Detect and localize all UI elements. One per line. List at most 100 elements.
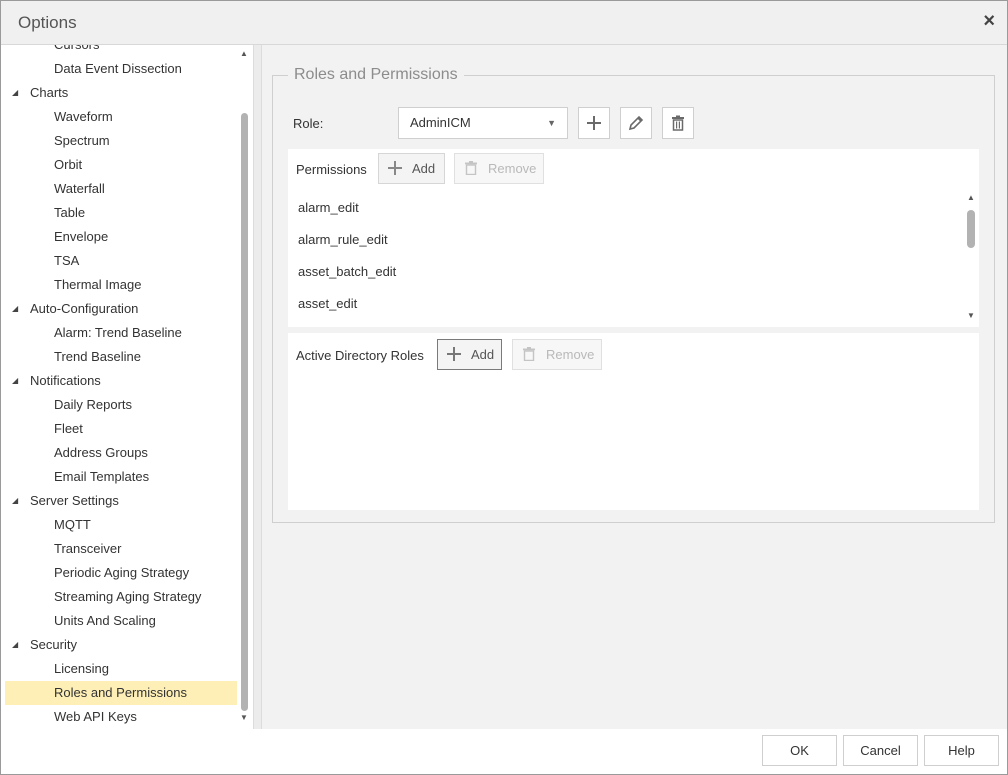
tree-item-label: Email Templates [54, 469, 150, 484]
remove-permission-label: Remove [488, 161, 537, 176]
tree-item-envelope[interactable]: Envelope [5, 225, 237, 249]
tree-item-licensing[interactable]: Licensing [5, 657, 237, 681]
scroll-up-icon[interactable]: ▲ [240, 49, 248, 58]
edit-role-button[interactable] [620, 107, 652, 139]
tree-item-web-api-keys[interactable]: Web API Keys [5, 705, 237, 729]
tree-scroll-thumb[interactable] [241, 113, 248, 711]
delete-role-button[interactable] [662, 107, 694, 139]
permissions-panel: Permissions Add Remove alarm_edit alarm_… [288, 149, 979, 327]
tree-item-cursors[interactable]: Cursors [5, 45, 237, 57]
tree-item-label: Spectrum [54, 133, 110, 148]
expand-caret-icon[interactable]: ◢ [12, 489, 18, 513]
trash-icon [465, 161, 477, 175]
options-tree: Cursors Data Event Dissection ◢ Charts Wavef… [5, 45, 237, 729]
dialog-title: Options [18, 13, 77, 32]
tree-item-transceiver[interactable]: Transceiver [5, 537, 237, 561]
add-permission-button[interactable]: Add [378, 153, 445, 184]
scroll-down-icon[interactable]: ▼ [240, 713, 248, 722]
tree-item-streaming-aging-strategy[interactable]: Streaming Aging Strategy [5, 585, 237, 609]
permissions-scroll-thumb[interactable] [967, 210, 975, 248]
tree-item-periodic-aging-strategy[interactable]: Periodic Aging Strategy [5, 561, 237, 585]
tree-item-label: Data Event Dissection [54, 61, 182, 76]
remove-ad-role-button[interactable]: Remove [512, 339, 602, 370]
expand-caret-icon[interactable]: ◢ [12, 81, 18, 105]
title-bar: Options × [1, 1, 1007, 45]
cancel-button[interactable]: Cancel [843, 735, 918, 766]
tree-category-server-settings[interactable]: ◢ Server Settings [5, 489, 237, 513]
add-ad-role-button[interactable]: Add [437, 339, 502, 370]
scroll-down-icon[interactable]: ▼ [967, 311, 975, 320]
ad-roles-title: Active Directory Roles [296, 348, 424, 363]
add-ad-role-label: Add [471, 347, 495, 362]
remove-permission-button[interactable]: Remove [454, 153, 544, 184]
tree-item-units-and-scaling[interactable]: Units And Scaling [5, 609, 237, 633]
add-role-button[interactable] [578, 107, 610, 139]
tree-item-roles-and-permissions[interactable]: Roles and Permissions [5, 681, 237, 705]
tree-category-charts[interactable]: ◢ Charts [5, 81, 237, 105]
tree-item-trend-baseline[interactable]: Trend Baseline [5, 345, 237, 369]
list-item[interactable]: alarm_edit [298, 200, 359, 215]
tree-item-email-templates[interactable]: Email Templates [5, 465, 237, 489]
role-label: Role: [293, 116, 324, 131]
tree-item-label: Security [30, 637, 77, 652]
tree-item-label: Alarm: Trend Baseline [54, 325, 182, 340]
tree-item-label: Trend Baseline [54, 349, 141, 364]
tree-item-label: Notifications [30, 373, 101, 388]
list-item[interactable]: alarm_rule_edit [298, 232, 388, 247]
tree-item-label: Orbit [54, 157, 83, 172]
tree-item-address-groups[interactable]: Address Groups [5, 441, 237, 465]
tree-item-label: Web API Keys [54, 709, 137, 724]
tree-item-mqtt[interactable]: MQTT [5, 513, 237, 537]
pencil-icon [628, 115, 644, 131]
role-dropdown[interactable]: AdminICM ▼ [398, 107, 568, 139]
tree-item-table[interactable]: Table [5, 201, 237, 225]
tree-scrollbar[interactable]: ▲ ▼ [237, 45, 251, 729]
tree-item-label: Charts [30, 85, 69, 100]
tree-item-fleet[interactable]: Fleet [5, 417, 237, 441]
tree-item-label: Roles and Permissions [54, 685, 187, 700]
tree-category-auto-configuration[interactable]: ◢ Auto-Configuration [5, 297, 237, 321]
list-item[interactable]: asset_edit [298, 296, 357, 311]
chevron-down-icon: ▼ [547, 118, 556, 128]
scroll-up-icon[interactable]: ▲ [967, 193, 975, 202]
plus-icon [447, 347, 461, 361]
tree-item-label: Server Settings [30, 493, 119, 508]
expand-caret-icon[interactable]: ◢ [12, 297, 18, 321]
ok-button[interactable]: OK [762, 735, 837, 766]
list-item[interactable]: asset_batch_edit [298, 264, 396, 279]
splitter[interactable] [253, 45, 262, 729]
role-value: AdminICM [410, 115, 471, 130]
tree-category-notifications[interactable]: ◢ Notifications [5, 369, 237, 393]
roles-permissions-group: Roles and Permissions Role: AdminICM ▼ P… [272, 66, 995, 523]
tree-item-waterfall[interactable]: Waterfall [5, 177, 237, 201]
close-icon[interactable]: × [983, 11, 995, 31]
tree-item-thermal-image[interactable]: Thermal Image [5, 273, 237, 297]
tree-item-label: Periodic Aging Strategy [54, 565, 190, 580]
help-button[interactable]: Help [924, 735, 999, 766]
tree-item-label: Streaming Aging Strategy [54, 589, 202, 604]
tree-item-daily-reports[interactable]: Daily Reports [5, 393, 237, 417]
section-title: Roles and Permissions [288, 66, 464, 84]
expand-caret-icon[interactable]: ◢ [12, 633, 18, 657]
plus-icon [388, 161, 402, 175]
tree-item-orbit[interactable]: Orbit [5, 153, 237, 177]
main-panel: Roles and Permissions Role: AdminICM ▼ P… [262, 45, 1007, 729]
permissions-title: Permissions [296, 162, 367, 177]
tree-item-label: Daily Reports [54, 397, 133, 412]
tree-item-tsa[interactable]: TSA [5, 249, 237, 273]
permissions-scrollbar[interactable]: ▲ ▼ [964, 193, 978, 323]
expand-caret-icon[interactable]: ◢ [12, 369, 18, 393]
tree-item-label: Waveform [54, 109, 113, 124]
tree-item-label: TSA [54, 253, 80, 268]
tree-category-security[interactable]: ◢ Security [5, 633, 237, 657]
tree-item-spectrum[interactable]: Spectrum [5, 129, 237, 153]
tree-item-data-event-dissection[interactable]: Data Event Dissection [5, 57, 237, 81]
tree-item-label: Units And Scaling [54, 613, 156, 628]
tree-item-label: Waterfall [54, 181, 105, 196]
plus-icon [587, 116, 601, 130]
tree-item-label: Fleet [54, 421, 83, 436]
tree-item-waveform[interactable]: Waveform [5, 105, 237, 129]
tree-item-alarm-trend-baseline[interactable]: Alarm: Trend Baseline [5, 321, 237, 345]
tree-item-label: Auto-Configuration [30, 301, 139, 316]
add-permission-label: Add [412, 161, 436, 176]
